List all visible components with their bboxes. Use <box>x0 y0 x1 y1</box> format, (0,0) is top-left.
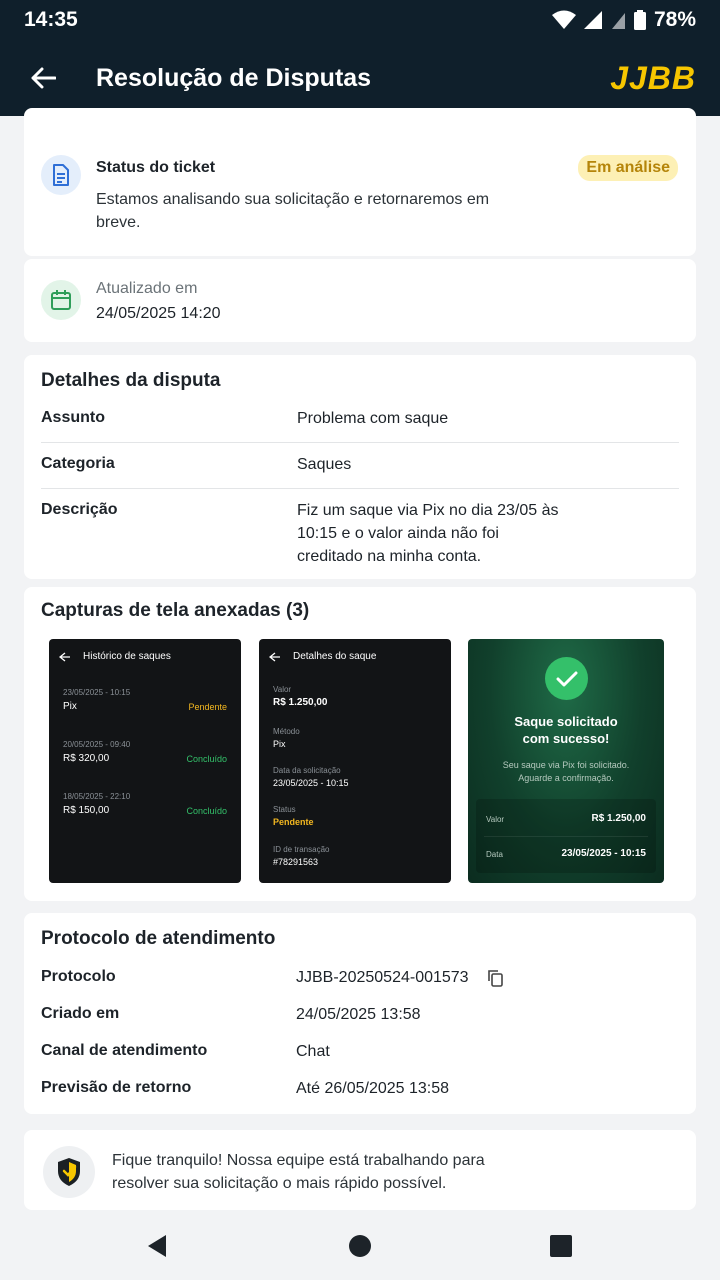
protocol-card: Protocolo de atendimento Protocolo JJBB-… <box>24 913 696 1114</box>
shot3-title: Saque solicitado com sucesso! <box>468 713 664 747</box>
nav-recents-icon[interactable] <box>550 1235 572 1257</box>
details-label-description: Descrição <box>41 501 118 518</box>
updated-value: 24/05/2025 14:20 <box>96 305 221 322</box>
shot1-item2-name: R$ 320,00 <box>63 753 110 764</box>
shot1-item1-date: 23/05/2025 - 10:15 <box>63 688 131 697</box>
back-button[interactable] <box>0 40 86 116</box>
shot2-date: 23/05/2025 - 10:15 <box>273 778 349 788</box>
status-icons: 78% <box>551 8 696 32</box>
shield-icon <box>58 1158 80 1186</box>
signal-icon <box>583 11 602 29</box>
attachment-thumbnail-2[interactable]: Detalhes do saque Valor R$ 1.250,00 Méto… <box>259 639 451 883</box>
shot1-item1-name: Pix <box>63 701 77 712</box>
attachment-thumbnail-3[interactable]: Saque solicitado com sucesso! Seu saque … <box>468 639 664 883</box>
shot2-value-label: Valor <box>273 685 292 694</box>
divider <box>41 442 679 443</box>
reassurance-card: Fique tranquilo! Nossa equipe está traba… <box>24 1130 696 1210</box>
calendar-icon-box <box>41 280 81 320</box>
shot2-header: Detalhes do saque <box>293 651 377 662</box>
forecast-value: Até 26/05/2025 13:58 <box>296 1080 450 1097</box>
created-value: 24/05/2025 13:58 <box>296 1006 421 1023</box>
divider <box>41 488 679 489</box>
updated-card: Atualizado em 24/05/2025 14:20 <box>24 259 696 342</box>
shot2-method-label: Método <box>273 727 300 736</box>
shot2-status-label: Status <box>273 805 296 814</box>
signal-secondary-icon <box>611 13 625 29</box>
copy-icon[interactable] <box>487 969 503 987</box>
shot1-item1-status: Pendente <box>188 702 227 712</box>
battery-percent: 78% <box>653 8 696 31</box>
system-nav-bar <box>0 1212 720 1280</box>
reassurance-text: Fique tranquilo! Nossa equipe está traba… <box>112 1152 485 1192</box>
success-check-icon <box>545 657 588 700</box>
wifi-icon <box>551 10 576 29</box>
attachment-thumbnail-1[interactable]: Histórico de saques 23/05/2025 - 10:15 P… <box>49 639 241 883</box>
shot2-date-label: Data da solicitação <box>273 766 341 775</box>
shot3-title-line1: Saque solicitado <box>514 714 618 729</box>
details-label-subject: Assunto <box>41 409 105 426</box>
shot3-value-label: Valor <box>486 815 505 824</box>
divider <box>484 836 648 837</box>
attachments-title: Capturas de tela anexadas (3) <box>41 600 310 621</box>
channel-value: Chat <box>296 1043 330 1060</box>
details-value-category: Saques <box>297 456 352 473</box>
shield-icon-box <box>43 1146 95 1198</box>
details-label-category: Categoria <box>41 455 115 472</box>
shot2-method: Pix <box>273 739 286 749</box>
shot3-title-line2: com sucesso! <box>522 731 610 746</box>
protocol-value[interactable]: JJBB-20250524-001573 <box>296 966 469 989</box>
nav-back-icon[interactable] <box>146 1234 168 1258</box>
channel-label: Canal de atendimento <box>41 1042 208 1059</box>
shot1-item2-status: Concluído <box>186 754 227 764</box>
shot3-subtitle: Seu saque via Pix foi solicitado. Aguard… <box>468 759 664 785</box>
arrow-left-icon <box>269 652 280 662</box>
shot1-item3-name: R$ 150,00 <box>63 805 110 816</box>
arrow-left-icon <box>59 652 70 662</box>
created-label: Criado em <box>41 1005 120 1022</box>
page-title: Resolução de Disputas <box>96 63 372 92</box>
shot3-sub-line1: Seu saque via Pix foi solicitado. <box>502 760 630 770</box>
dispute-details-card: Detalhes da disputa Assunto Problema com… <box>24 355 696 579</box>
shot2-tx: #78291563 <box>273 857 319 867</box>
app-bar: Resolução de Disputas JJBB <box>0 40 720 116</box>
shot2-status: Pendente <box>273 817 314 827</box>
protocol-title: Protocolo de atendimento <box>41 928 276 949</box>
ticket-status-title: Status do ticket <box>96 159 216 176</box>
brand-logo: JJBB <box>610 59 696 96</box>
shot3-sub-line2: Aguarde a confirmação. <box>518 773 614 783</box>
status-badge: Em análise <box>578 155 678 181</box>
shot3-value: R$ 1.250,00 <box>591 813 647 824</box>
shot3-date: 23/05/2025 - 10:15 <box>561 848 646 859</box>
details-value-subject: Problema com saque <box>297 410 449 427</box>
details-value-description: Fiz um saque via Pix no dia 23/05 às 10:… <box>297 502 559 565</box>
calendar-icon <box>51 290 71 310</box>
arrow-left-icon <box>31 67 56 89</box>
shot1-header: Histórico de saques <box>83 651 171 662</box>
protocol-label: Protocolo <box>41 968 116 985</box>
forecast-label: Previsão de retorno <box>41 1079 192 1096</box>
shot1-item3-date: 18/05/2025 - 22:10 <box>63 792 131 801</box>
shot1-item2-date: 20/05/2025 - 09:40 <box>63 740 131 749</box>
updated-label: Atualizado em <box>96 280 198 297</box>
status-bar: 14:35 78% <box>0 0 720 40</box>
document-icon <box>53 164 69 186</box>
shot1-item3-status: Concluído <box>186 806 227 816</box>
battery-icon <box>633 10 646 30</box>
ticket-icon-box <box>41 155 81 195</box>
nav-home-icon[interactable] <box>348 1234 372 1258</box>
shot3-date-label: Data <box>486 850 503 859</box>
attachments-card: Capturas de tela anexadas (3) Histórico … <box>24 587 696 901</box>
status-time: 14:35 <box>24 8 78 31</box>
shot2-tx-label: ID de transação <box>273 845 330 854</box>
details-title: Detalhes da disputa <box>41 370 221 391</box>
ticket-status-description: Estamos analisando sua solicitação e ret… <box>96 191 490 231</box>
shot2-value: R$ 1.250,00 <box>273 697 328 708</box>
ticket-status-card: Status do ticket Estamos analisando sua … <box>24 108 696 256</box>
shot3-summary-box: Valor R$ 1.250,00 Data 23/05/2025 - 10:1… <box>476 799 656 873</box>
